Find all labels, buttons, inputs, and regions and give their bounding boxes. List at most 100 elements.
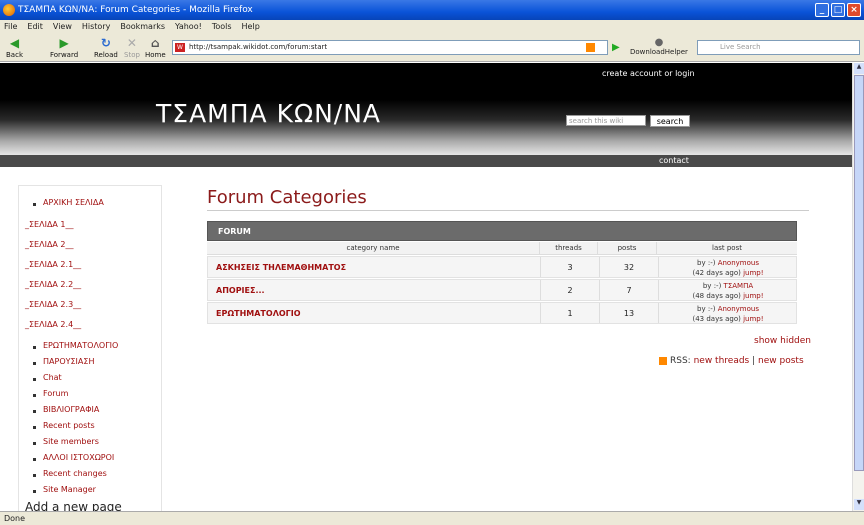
column-header-last-post: last post — [657, 242, 797, 255]
sidebar-item-recent-changes[interactable]: Recent changes — [43, 469, 107, 478]
new-posts-link[interactable]: new posts — [758, 356, 804, 366]
jump-link[interactable]: jump! — [743, 269, 763, 277]
sidebar-item-site-manager[interactable]: Site Manager — [43, 485, 96, 494]
reload-icon: ↻ — [100, 36, 111, 50]
home-icon: ⌂ — [151, 36, 160, 50]
menu-yahoo[interactable]: Yahoo! — [175, 20, 202, 34]
sidebar-item-site-members[interactable]: Site members — [43, 437, 99, 446]
last-post-by: by — [697, 259, 706, 267]
bullet-icon — [33, 362, 36, 365]
bullet-icon — [33, 346, 36, 349]
user-avatar-icon: :-) — [713, 282, 722, 290]
sidebar-item-page-1[interactable]: _ΣΕΛΙΔΑ 1__ — [25, 220, 74, 229]
last-post-by: by — [697, 305, 706, 313]
go-arrow-icon[interactable]: ▶ — [612, 41, 624, 54]
jump-link[interactable]: jump! — [743, 292, 763, 300]
table-row: ΑΠΟΡΙΕΣ... 2 7 by :-) ΤΣΑΜΠΑ (48 days ag… — [207, 279, 797, 301]
account-link[interactable]: create account or login — [602, 69, 695, 78]
status-text: Done — [4, 514, 26, 523]
user-avatar-icon: :-) — [707, 259, 716, 267]
column-header-threads: threads — [540, 242, 598, 255]
sidebar-item-page-2-2[interactable]: _ΣΕΛΙΔΑ 2.2__ — [25, 280, 81, 289]
close-button[interactable]: × — [847, 3, 861, 17]
site-favicon-icon: W — [175, 43, 185, 52]
menu-help[interactable]: Help — [242, 20, 260, 34]
threads-count: 1 — [567, 309, 573, 318]
last-post-by: by — [702, 282, 712, 290]
menu-bar: File Edit View History Bookmarks Yahoo! … — [0, 20, 864, 34]
stop-button[interactable]: ✕ Stop — [124, 36, 140, 60]
jump-link[interactable]: jump! — [743, 315, 763, 323]
wiki-search-input[interactable]: search this wiki — [566, 115, 646, 126]
bullet-icon — [33, 394, 36, 397]
vertical-scrollbar[interactable]: ▲ ▼ — [852, 63, 864, 511]
sidebar-item-page-2-4[interactable]: _ΣΕΛΙΔΑ 2.4__ — [25, 320, 81, 329]
contact-link[interactable]: contact — [659, 155, 689, 167]
sidebar-item-bibliography[interactable]: ΒΙΒΛΙΟΓΡΑΦΙΑ — [43, 405, 99, 414]
firefox-logo-icon — [3, 4, 15, 16]
bullet-icon — [33, 410, 36, 413]
bullet-icon — [33, 203, 36, 206]
back-button[interactable]: ◀ Back — [6, 37, 23, 60]
category-link[interactable]: ΕΡΩΤΗΜΑΤΟΛΟΓΙΟ — [216, 309, 301, 318]
bullet-icon — [33, 474, 36, 477]
bullet-icon — [33, 442, 36, 445]
sidebar-item-page-2-1[interactable]: _ΣΕΛΙΔΑ 2.1__ — [25, 260, 81, 269]
new-threads-link[interactable]: new threads — [694, 356, 750, 366]
sidebar-item-questionnaire[interactable]: ΕΡΩΤΗΜΑΤΟΛΟΓΙΟ — [43, 341, 118, 350]
site-header: create account or login ΤΣΑΜΠΑ ΚΩΝ/ΝΑ se… — [0, 63, 852, 155]
reload-button[interactable]: ↻ Reload — [94, 36, 118, 60]
category-link[interactable]: ΑΠΟΡΙΕΣ... — [216, 286, 265, 295]
rss-feed-icon[interactable] — [586, 43, 595, 52]
bullet-icon — [33, 490, 36, 493]
show-hidden-link[interactable]: show hidden — [754, 336, 811, 346]
sidebar-item-other-sites[interactable]: ΑΛΛΟΙ ΙΣΤΟΧΩΡΟΙ — [43, 453, 114, 462]
menu-edit[interactable]: Edit — [27, 20, 43, 34]
address-bar[interactable]: W http://tsampak.wikidot.com/forum:start — [172, 40, 608, 55]
rss-icon — [659, 356, 667, 365]
last-post-age: (42 days ago) — [692, 269, 741, 277]
stop-icon: ✕ — [126, 36, 137, 50]
menu-bookmarks[interactable]: Bookmarks — [120, 20, 165, 34]
last-post-user[interactable]: Anonymous — [718, 259, 759, 267]
bullet-icon — [33, 426, 36, 429]
last-post-cell: by :-) Anonymous (42 days ago) jump! — [658, 258, 798, 278]
page-title: Forum Categories — [207, 187, 367, 208]
home-button[interactable]: ⌂ Home — [145, 36, 166, 60]
last-post-user[interactable]: Anonymous — [718, 305, 759, 313]
wiki-search-button[interactable]: search — [650, 115, 690, 127]
forum-group-header: FORUM — [207, 221, 797, 241]
sidebar-item-page-2-3[interactable]: _ΣΕΛΙΔΑ 2.3__ — [25, 300, 81, 309]
browser-search-input[interactable]: Live Search — [697, 40, 860, 55]
maximize-button[interactable]: □ — [831, 3, 845, 17]
title-divider — [207, 210, 809, 211]
scroll-up-icon[interactable]: ▲ — [854, 63, 864, 74]
last-post-age: (43 days ago) — [692, 315, 741, 323]
user-avatar-icon: :-) — [707, 305, 716, 313]
sidebar-item-chat[interactable]: Chat — [43, 373, 62, 382]
sidebar-item-forum[interactable]: Forum — [43, 389, 68, 398]
menu-tools[interactable]: Tools — [212, 20, 232, 34]
side-bar: ΑΡΧΙΚΗ ΣΕΛΙΔΑ _ΣΕΛΙΔΑ 1__ _ΣΕΛΙΔΑ 2__ _Σ… — [18, 185, 162, 511]
forward-button[interactable]: ▶ Forward — [50, 37, 78, 60]
address-url: http://tsampak.wikidot.com/forum:start — [189, 43, 328, 51]
rss-separator: | — [752, 356, 756, 366]
last-post-cell: by :-) Anonymous (43 days ago) jump! — [658, 304, 798, 324]
download-helper-button[interactable]: ● DownloadHelper — [630, 37, 688, 56]
posts-count: 13 — [623, 309, 635, 318]
category-link[interactable]: ΑΣΚΗΣΕΙΣ ΤΗΛΕΜΑΘΗΜΑΤΟΣ — [216, 263, 346, 272]
menu-file[interactable]: File — [4, 20, 17, 34]
last-post-user[interactable]: ΤΣΑΜΠΑ — [724, 282, 754, 290]
window-title: ΤΣΑΜΠΑ ΚΩΝ/ΝΑ: Forum Categories - Mozill… — [18, 5, 253, 15]
sidebar-item-page-2[interactable]: _ΣΕΛΙΔΑ 2__ — [25, 240, 74, 249]
column-header-posts: posts — [598, 242, 657, 255]
menu-view[interactable]: View — [53, 20, 72, 34]
sidebar-item-recent-posts[interactable]: Recent posts — [43, 421, 95, 430]
column-header-category: category name — [207, 242, 540, 255]
scrollbar-thumb[interactable] — [854, 75, 864, 471]
sidebar-item-presentation[interactable]: ΠΑΡΟΥΣΙΑΣΗ — [43, 357, 94, 366]
menu-history[interactable]: History — [82, 20, 110, 34]
sidebar-item-home[interactable]: ΑΡΧΙΚΗ ΣΕΛΙΔΑ — [43, 198, 104, 207]
scroll-down-icon[interactable]: ▼ — [854, 499, 864, 510]
minimize-button[interactable]: _ — [815, 3, 829, 17]
